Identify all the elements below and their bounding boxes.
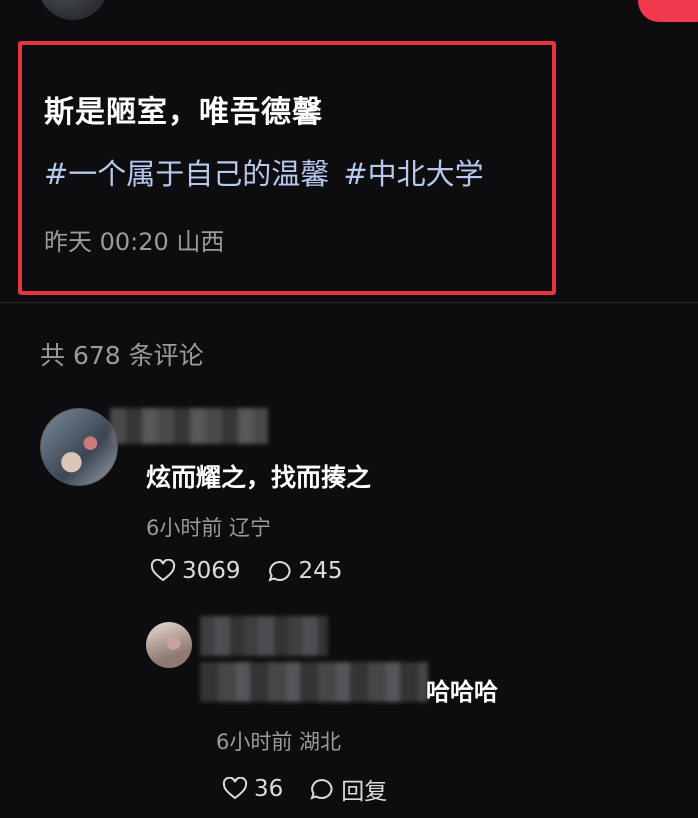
follow-button[interactable] [638,0,698,22]
post-tags: #一个属于自己的温馨 #中北大学 [44,151,498,193]
reply-meta: 6小时前 湖北 [216,730,342,754]
comment-count: 共 678 条评论 [40,341,204,370]
reply-actions: 36 回复 [222,772,413,806]
like-button[interactable]: 36 [222,776,283,802]
avatar[interactable] [146,622,192,668]
tag-link[interactable]: #一个属于自己的温馨 [44,157,329,191]
tag-link[interactable]: #中北大学 [343,157,483,191]
like-button[interactable]: 3069 [150,558,241,584]
avatar[interactable] [40,408,118,486]
blurred-reply-text [200,662,428,702]
reply-count: 245 [298,558,343,584]
divider [0,302,698,303]
blurred-username [200,616,328,656]
reply-label: 回复 [341,779,388,805]
reply-count-button[interactable]: 245 [267,558,343,584]
heart-outline-icon [222,777,248,800]
post-meta: 昨天 00:20 山西 [44,228,225,256]
author-avatar[interactable] [38,0,108,20]
blurred-username [110,408,268,444]
speech-bubble-icon [310,778,333,800]
highlight-box: 斯是陋室，唯吾德馨 #一个属于自己的温馨 #中北大学 昨天 00:20 山西 [18,41,556,295]
like-count: 3069 [182,558,241,584]
speech-bubble-icon [267,560,291,582]
heart-outline-icon [150,559,176,582]
comment-text: 炫而耀之，找而揍之 [146,463,372,492]
comment-meta: 6小时前 辽宁 [146,516,272,540]
like-count: 36 [254,776,284,802]
post-title: 斯是陋室，唯吾德馨 [44,95,323,130]
reply-text: 哈哈哈 [426,678,498,706]
comment-actions: 3069 245 [150,558,368,584]
reply-button[interactable]: 回复 [309,772,387,806]
